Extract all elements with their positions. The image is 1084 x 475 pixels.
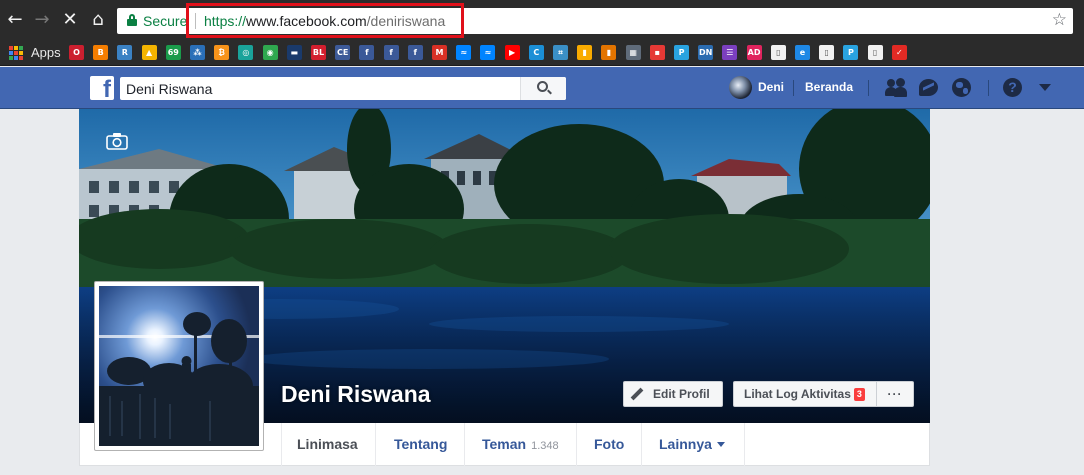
profile-picture[interactable] bbox=[99, 286, 259, 446]
url-highlight-box bbox=[186, 3, 464, 38]
document-icon[interactable]: ▯ bbox=[819, 45, 835, 60]
diamond-dots-icon[interactable]: ⁂ bbox=[190, 45, 205, 60]
tab-divider bbox=[281, 423, 282, 466]
help-icon[interactable]: ? bbox=[1002, 78, 1024, 98]
tab-tentang[interactable]: Tentang bbox=[394, 423, 447, 466]
messenger-icon[interactable] bbox=[918, 78, 940, 98]
tab-linimasa[interactable]: Linimasa bbox=[297, 423, 358, 466]
tab-lainnya[interactable]: Lainnya bbox=[659, 423, 725, 466]
ce-icon[interactable]: CE bbox=[335, 45, 351, 60]
home-icon[interactable]: ⌂ bbox=[88, 10, 108, 30]
pencil-icon bbox=[630, 387, 644, 401]
document-icon[interactable]: ▯ bbox=[770, 45, 786, 60]
chevron-down-icon bbox=[716, 442, 725, 447]
edge-icon[interactable]: e bbox=[795, 45, 810, 60]
user-name-link[interactable]: Deni bbox=[758, 80, 784, 94]
user-avatar[interactable] bbox=[729, 76, 752, 99]
tab-divider bbox=[464, 423, 465, 466]
tab-label: Linimasa bbox=[297, 436, 358, 452]
apps-label[interactable]: Apps bbox=[31, 45, 61, 60]
facebook-topbar: f Deni Beranda ? bbox=[0, 67, 1084, 109]
star-icon[interactable]: ☆ bbox=[1052, 10, 1067, 30]
list-icon[interactable]: ☰ bbox=[722, 45, 738, 60]
p-icon[interactable]: P bbox=[674, 45, 689, 60]
nike-swoosh-icon[interactable]: ✓ bbox=[891, 45, 907, 60]
tab-label: Teman bbox=[482, 436, 527, 452]
grid-tree-icon[interactable]: ⌗ bbox=[553, 45, 568, 60]
facebook-bookmark-icon[interactable]: f bbox=[359, 45, 375, 60]
bl-icon[interactable]: BL bbox=[311, 45, 326, 60]
forward-arrow-icon[interactable]: → bbox=[32, 10, 52, 30]
bar-chart-icon[interactable]: ▮ bbox=[601, 45, 617, 60]
browser-toolbar: ← → ✕ ⌂ Secure https://www.facebook.com/… bbox=[0, 0, 1084, 40]
tab-divider bbox=[744, 423, 745, 466]
activity-log-label: Lihat Log Aktivitas bbox=[744, 387, 851, 401]
adsense-icon[interactable]: ▲ bbox=[141, 45, 157, 60]
more-options-button[interactable]: ··· bbox=[877, 381, 914, 407]
target-icon[interactable]: ◉ bbox=[262, 45, 278, 60]
search-box bbox=[120, 77, 566, 100]
tab-teman[interactable]: Teman 1.348 bbox=[482, 423, 559, 466]
calendar-icon[interactable]: ▦ bbox=[625, 45, 641, 60]
camera-icon[interactable] bbox=[106, 132, 128, 150]
activity-log-count-badge: 3 bbox=[853, 388, 865, 401]
youtube-icon[interactable]: ▶ bbox=[504, 45, 520, 60]
topbar-divider bbox=[988, 80, 989, 96]
facebook-bookmark-icon[interactable]: f bbox=[383, 45, 399, 60]
tab-label: Lainnya bbox=[659, 436, 712, 452]
search-input[interactable] bbox=[120, 77, 520, 100]
p-icon[interactable]: P bbox=[843, 45, 859, 60]
messenger-bookmark-icon[interactable]: ≈ bbox=[456, 45, 472, 60]
lock-icon[interactable] bbox=[127, 14, 137, 26]
tab-label: Tentang bbox=[394, 436, 448, 452]
profile-picture-frame bbox=[94, 281, 264, 451]
gmail-icon[interactable]: M bbox=[432, 45, 447, 60]
blogger-icon[interactable]: B bbox=[93, 45, 109, 60]
notifications-globe-icon[interactable] bbox=[951, 78, 973, 98]
tab-divider bbox=[641, 423, 642, 466]
document-icon[interactable]: ▯ bbox=[867, 45, 883, 60]
bitcoin-icon[interactable]: ₿ bbox=[214, 45, 230, 60]
tab-label: Foto bbox=[594, 436, 625, 452]
messenger-bookmark-icon[interactable]: ≈ bbox=[480, 45, 496, 60]
tab-divider bbox=[576, 423, 577, 466]
address-bar[interactable]: Secure https://www.facebook.com/denirisw… bbox=[117, 3, 1073, 38]
bookmarks-bar: Apps O B R ▲ 69 ⁂ ₿ ◎ ◉ ▬ BL CE f f f M ≈ ≈ ▶ C ⌗ ▮ ▮ ▦ ▪ P DN ☰ AD ▯… bbox=[0, 40, 1084, 66]
edit-profile-label: Edit Profil bbox=[653, 387, 710, 401]
apps-grid-icon[interactable] bbox=[9, 46, 23, 60]
dn-icon[interactable]: DN bbox=[698, 45, 714, 60]
red-squares-icon[interactable]: ▪ bbox=[649, 45, 665, 60]
analytics-icon[interactable]: ▮ bbox=[577, 45, 593, 60]
r-square-icon[interactable]: R bbox=[117, 45, 133, 60]
facebook-logo-icon[interactable]: f bbox=[90, 76, 114, 100]
profile-name[interactable]: Deni Riswana bbox=[281, 381, 431, 408]
friend-requests-icon[interactable] bbox=[885, 78, 907, 98]
ad-icon[interactable]: AD bbox=[746, 45, 762, 60]
topbar-divider bbox=[793, 80, 794, 96]
dark-banner-icon[interactable]: ▬ bbox=[286, 45, 302, 60]
account-menu-caret-icon[interactable] bbox=[1039, 84, 1051, 91]
activity-log-button[interactable]: Lihat Log Aktivitas 3 bbox=[733, 381, 877, 407]
secure-label[interactable]: Secure bbox=[143, 13, 187, 29]
opera-icon[interactable]: O bbox=[69, 45, 84, 60]
teal-swirl-icon[interactable]: ◎ bbox=[238, 45, 254, 60]
tab-divider bbox=[375, 423, 376, 466]
edit-profile-button[interactable]: Edit Profil bbox=[623, 381, 723, 407]
back-arrow-icon[interactable]: ← bbox=[5, 10, 25, 30]
69-badge-icon[interactable]: 69 bbox=[165, 45, 181, 60]
c-circle-icon[interactable]: C bbox=[528, 45, 544, 60]
tab-foto[interactable]: Foto bbox=[594, 423, 624, 466]
home-link[interactable]: Beranda bbox=[805, 80, 853, 94]
facebook-bookmark-icon[interactable]: f bbox=[407, 45, 423, 60]
friend-count: 1.348 bbox=[531, 440, 559, 452]
topbar-divider bbox=[868, 80, 869, 96]
stop-loading-icon[interactable]: ✕ bbox=[60, 10, 80, 30]
search-button[interactable] bbox=[520, 77, 566, 100]
